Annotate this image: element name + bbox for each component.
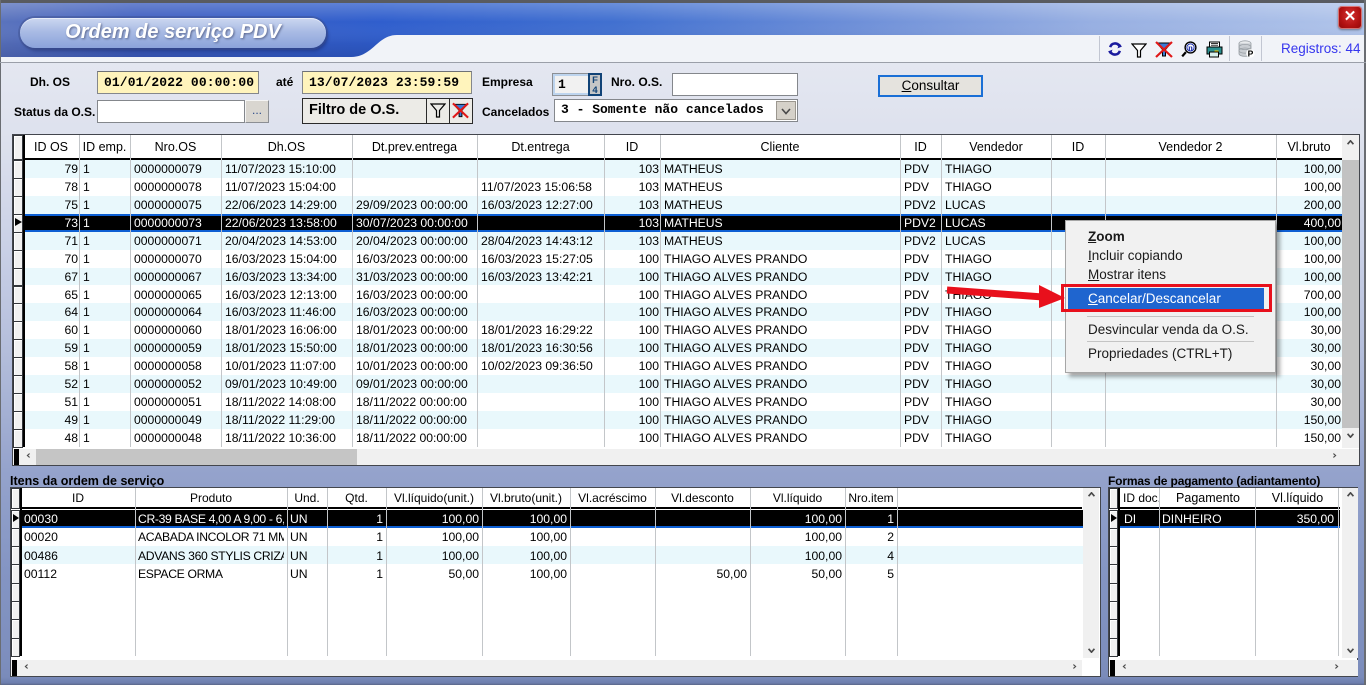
svg-text:4: 4 [592, 85, 598, 96]
svg-text:P: P [1248, 48, 1254, 58]
